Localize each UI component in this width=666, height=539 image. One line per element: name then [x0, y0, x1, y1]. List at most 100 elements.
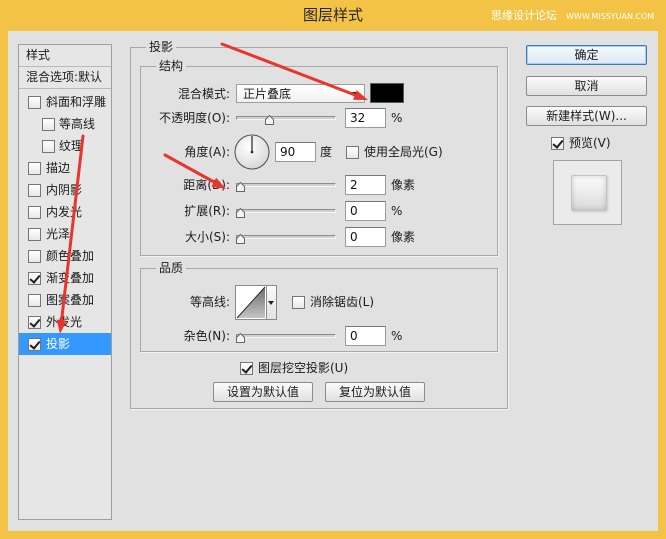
make-default-button[interactable]: 设置为默认值: [213, 382, 313, 402]
noise-input[interactable]: [345, 326, 386, 346]
style-item-checkbox[interactable]: [28, 206, 41, 219]
angle-unit: 度: [320, 145, 333, 159]
slider-thumb[interactable]: [264, 114, 274, 125]
style-item-checkbox[interactable]: [42, 118, 55, 131]
style-item-label: 光泽: [46, 227, 71, 241]
style-item-checkbox[interactable]: [28, 250, 41, 263]
style-item-label: 描边: [46, 161, 71, 175]
style-item-label: 内发光: [46, 205, 83, 219]
slider-thumb[interactable]: [235, 207, 245, 218]
anti-aliased-checkbox[interactable]: [292, 296, 305, 309]
style-item-checkbox[interactable]: [28, 338, 41, 351]
style-item-checkbox[interactable]: [28, 294, 41, 307]
style-item-checkbox[interactable]: [28, 184, 41, 197]
preview-checkbox[interactable]: [551, 137, 564, 150]
opacity-input[interactable]: [345, 108, 386, 128]
style-item-checkbox[interactable]: [28, 162, 41, 175]
style-item-drop-shadow[interactable]: 投影: [19, 333, 111, 355]
style-item-checkbox[interactable]: [28, 228, 41, 241]
style-item-texture[interactable]: 纹理: [19, 135, 111, 157]
style-preview-box: [553, 160, 622, 225]
contour-picker[interactable]: [235, 285, 267, 320]
quality-group-title: 品质: [156, 261, 187, 275]
size-slider[interactable]: [235, 233, 336, 246]
slider-groove: [236, 116, 336, 120]
blend-mode-select[interactable]: 正片叠底: [236, 84, 365, 103]
style-item-satin[interactable]: 光泽: [19, 223, 111, 245]
shadow-color-swatch[interactable]: [370, 83, 404, 103]
angle-dial-icon[interactable]: [234, 134, 270, 170]
watermark-url: WWW.MISSYUAN.COM: [566, 12, 655, 21]
linear-contour-icon: [236, 286, 266, 319]
preview-label: 预览(V): [569, 136, 611, 150]
style-item-label: 外发光: [46, 315, 83, 329]
style-item-pattern-overlay[interactable]: 图案叠加: [19, 289, 111, 311]
new-style-button[interactable]: 新建样式(W)...: [526, 106, 647, 126]
drop-shadow-group-title: 投影: [146, 40, 177, 54]
slider-groove: [236, 183, 336, 187]
slider-groove: [236, 334, 336, 338]
blending-options-label: 混合选项:默认: [26, 70, 103, 84]
style-item-label: 纹理: [59, 139, 84, 153]
ok-button[interactable]: 确定: [526, 45, 647, 65]
angle-input[interactable]: [275, 142, 316, 162]
style-item-bevel-emboss[interactable]: 斜面和浮雕: [19, 91, 111, 113]
style-item-stroke[interactable]: 描边: [19, 157, 111, 179]
structure-group-title: 结构: [156, 59, 187, 73]
spread-input[interactable]: [345, 201, 386, 221]
title-bar[interactable]: 图层样式 思缘设计论坛 WWW.MISSYUAN.COM: [0, 0, 666, 31]
slider-thumb[interactable]: [235, 332, 245, 343]
contour-label: 等高线:: [189, 295, 230, 309]
cancel-button[interactable]: 取消: [526, 76, 647, 96]
style-items: 斜面和浮雕 等高线 纹理 描边 内阴影 内发光 光泽 颜色叠加 渐变叠加 图案叠…: [19, 91, 111, 355]
triangle-down-icon: [351, 92, 359, 96]
slider-groove: [236, 209, 336, 213]
opacity-slider[interactable]: [236, 114, 336, 127]
spread-slider[interactable]: [235, 207, 336, 220]
style-item-label: 颜色叠加: [46, 249, 95, 263]
style-item-inner-glow[interactable]: 内发光: [19, 201, 111, 223]
distance-label: 距离(D):: [183, 178, 230, 192]
noise-slider[interactable]: [235, 332, 336, 345]
noise-label: 杂色(N):: [183, 329, 230, 343]
layer-knocks-out-label: 图层挖空投影(U): [258, 361, 349, 375]
style-item-label: 渐变叠加: [46, 271, 95, 285]
blending-options-item[interactable]: 混合选项:默认: [19, 67, 111, 89]
opacity-unit: %: [391, 111, 403, 125]
styles-header-label: 样式: [26, 48, 51, 62]
style-item-label: 等高线: [59, 117, 96, 131]
style-item-label: 图案叠加: [46, 293, 95, 307]
noise-unit: %: [391, 329, 403, 343]
slider-thumb[interactable]: [235, 233, 245, 244]
layer-style-dialog: 图层样式 思缘设计论坛 WWW.MISSYUAN.COM 样式 混合选项:默认 …: [0, 0, 666, 539]
blend-mode-value: 正片叠底: [243, 87, 292, 101]
size-label: 大小(S):: [184, 230, 230, 244]
reset-default-button[interactable]: 复位为默认值: [325, 382, 425, 402]
slider-thumb[interactable]: [235, 181, 245, 192]
spread-unit: %: [391, 204, 403, 218]
style-item-checkbox[interactable]: [28, 96, 41, 109]
style-item-inner-shadow[interactable]: 内阴影: [19, 179, 111, 201]
layer-knocks-out-checkbox[interactable]: [240, 362, 253, 375]
style-item-checkbox[interactable]: [42, 140, 55, 153]
spread-label: 扩展(R):: [184, 204, 230, 218]
style-item-checkbox[interactable]: [28, 316, 41, 329]
style-item-contour[interactable]: 等高线: [19, 113, 111, 135]
style-item-gradient-overlay[interactable]: 渐变叠加: [19, 267, 111, 289]
style-item-outer-glow[interactable]: 外发光: [19, 311, 111, 333]
slider-groove: [236, 235, 336, 239]
angle-label: 角度(A):: [184, 145, 230, 159]
style-item-checkbox[interactable]: [28, 272, 41, 285]
style-item-label: 内阴影: [46, 183, 83, 197]
styles-panel-header[interactable]: 样式: [19, 45, 111, 67]
use-global-light-checkbox[interactable]: [346, 146, 359, 159]
style-preview-swatch: [571, 175, 607, 211]
distance-input[interactable]: [345, 175, 386, 195]
distance-slider[interactable]: [235, 181, 336, 194]
blend-mode-label: 混合模式:: [177, 87, 230, 101]
size-input[interactable]: [345, 227, 386, 247]
contour-dropdown-button[interactable]: [267, 285, 277, 320]
style-item-label: 投影: [46, 337, 71, 351]
watermark-name: 思缘设计论坛: [491, 9, 557, 22]
style-item-color-overlay[interactable]: 颜色叠加: [19, 245, 111, 267]
